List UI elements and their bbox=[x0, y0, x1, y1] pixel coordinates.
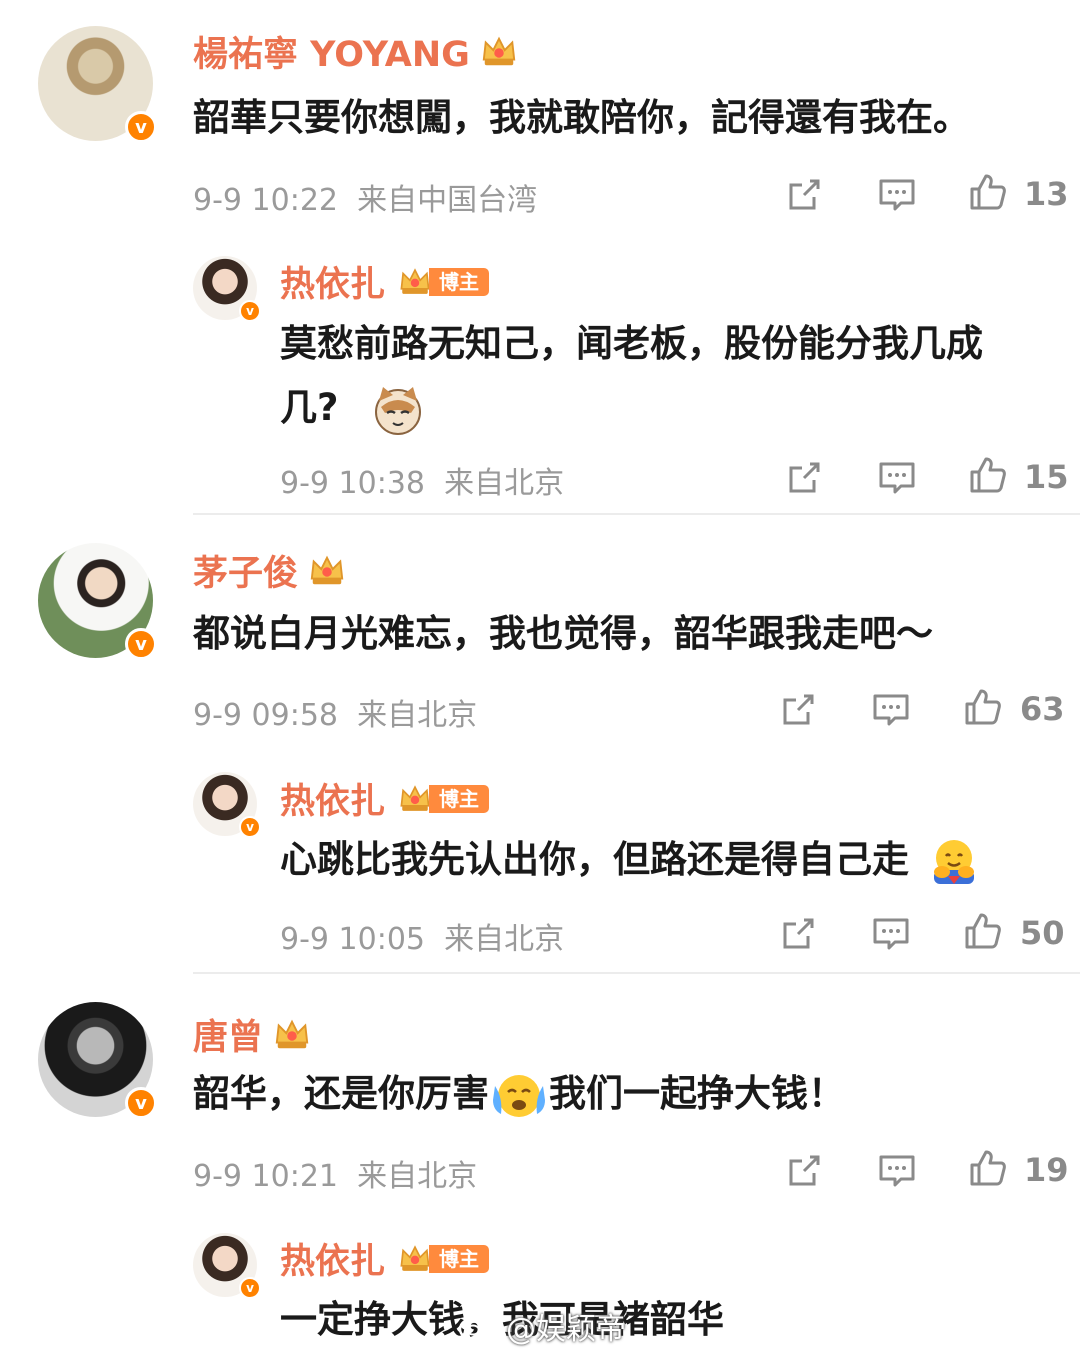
commenter-name[interactable]: 唐曾 bbox=[193, 1009, 311, 1060]
like-count: 13 bbox=[1024, 175, 1069, 213]
crying-emoji-icon bbox=[493, 1074, 545, 1117]
reply-text: 莫愁前路无知己，闻老板，股份能分我几成 几? bbox=[280, 314, 1060, 438]
verified-icon: v bbox=[125, 1087, 157, 1119]
author-tag: 博主 bbox=[429, 1244, 490, 1273]
reply-meta: 9-9 10:05 来自北京 bbox=[280, 914, 564, 958]
author-badge: 博主 bbox=[395, 1242, 490, 1276]
like-count: 63 bbox=[1020, 690, 1065, 728]
name-text[interactable]: 茅子俊 bbox=[193, 545, 298, 596]
crown-icon bbox=[273, 1016, 311, 1054]
like-count: 15 bbox=[1024, 458, 1069, 496]
crown-icon bbox=[480, 33, 518, 71]
name-text[interactable]: 楊祐寧 YOYANG bbox=[193, 26, 470, 77]
comment-icon[interactable] bbox=[871, 914, 911, 954]
comment-text: 韶華只要你想闖，我就敢陪你，記得還有我在。 bbox=[193, 96, 970, 139]
location: 来自中国台湾 bbox=[357, 183, 538, 218]
time: 9-9 10:38 bbox=[280, 466, 425, 501]
watermark-text: @娱颖帝 bbox=[506, 1312, 626, 1347]
location: 来自北京 bbox=[444, 922, 565, 957]
share-icon[interactable] bbox=[778, 690, 818, 730]
comment-icon[interactable] bbox=[877, 458, 917, 498]
like-count: 19 bbox=[1024, 1151, 1069, 1189]
avatar[interactable]: v bbox=[38, 543, 157, 660]
verified-icon: v bbox=[125, 628, 157, 660]
divider bbox=[193, 972, 1080, 974]
comment-text: 都说白月光难忘，我也觉得，韶华跟我走吧～ bbox=[193, 612, 933, 655]
comment-text-part: 韶华，还是你厉害 bbox=[193, 1072, 489, 1115]
location: 来自北京 bbox=[357, 1159, 478, 1194]
time: 9-9 10:22 bbox=[193, 183, 338, 218]
reply-meta: 9-9 10:38 来自北京 bbox=[280, 458, 564, 502]
share-icon[interactable] bbox=[784, 175, 824, 215]
reply-name[interactable]: 热依扎 博主 bbox=[280, 773, 490, 824]
comment-text: 韶华，还是你厉害 我们一起挣大钱！ bbox=[193, 1064, 845, 1124]
hug-emoji-icon bbox=[933, 839, 974, 884]
location: 来自北京 bbox=[357, 698, 478, 733]
share-icon[interactable] bbox=[778, 914, 818, 954]
reply-name[interactable]: 热依扎 博主 bbox=[280, 256, 490, 307]
comment-icon[interactable] bbox=[877, 175, 917, 215]
avatar[interactable]: v bbox=[38, 1002, 157, 1119]
commenter-name[interactable]: 茅子俊 bbox=[193, 545, 346, 596]
reply-text: 心跳比我先认出你，但路还是得自己走 bbox=[280, 830, 980, 890]
share-icon[interactable] bbox=[784, 1151, 824, 1191]
reply-name[interactable]: 热依扎 博主 bbox=[280, 1233, 490, 1284]
comment-text-part: 我们一起挣大钱！ bbox=[549, 1072, 845, 1115]
time: 9-9 09:58 bbox=[193, 698, 338, 733]
like-icon[interactable] bbox=[963, 911, 1003, 951]
like-icon[interactable] bbox=[968, 1148, 1008, 1188]
reply-text-line: 莫愁前路无知己，闻老板，股份能分我几成 bbox=[280, 322, 983, 365]
location: 来自北京 bbox=[444, 466, 565, 501]
author-tag: 博主 bbox=[429, 267, 490, 296]
divider bbox=[193, 513, 1080, 515]
like-icon[interactable] bbox=[968, 455, 1008, 495]
verified-icon: v bbox=[239, 816, 261, 838]
watermark: @娱颖帝 bbox=[458, 1304, 626, 1348]
verified-icon: v bbox=[239, 1277, 261, 1299]
like-icon[interactable] bbox=[963, 687, 1003, 727]
name-text[interactable]: 唐曾 bbox=[193, 1009, 263, 1060]
share-icon[interactable] bbox=[784, 458, 824, 498]
comment-meta: 9-9 10:21 来自北京 bbox=[193, 1151, 477, 1195]
verified-icon: v bbox=[125, 111, 157, 143]
like-icon[interactable] bbox=[968, 172, 1008, 212]
like-count: 50 bbox=[1020, 914, 1065, 952]
avatar[interactable]: v bbox=[38, 26, 157, 143]
name-text[interactable]: 热依扎 bbox=[280, 256, 385, 307]
weibo-logo-icon bbox=[458, 1311, 496, 1342]
author-badge: 博主 bbox=[395, 265, 490, 299]
name-text[interactable]: 热依扎 bbox=[280, 773, 385, 824]
reply-avatar[interactable]: v bbox=[193, 1233, 261, 1299]
comment-icon[interactable] bbox=[877, 1151, 917, 1191]
comment-icon[interactable] bbox=[871, 690, 911, 730]
reply-avatar[interactable]: v bbox=[193, 256, 261, 322]
verified-icon: v bbox=[239, 300, 261, 322]
time: 9-9 10:05 bbox=[280, 922, 425, 957]
time: 9-9 10:21 bbox=[193, 1159, 338, 1194]
reply-text-line: 心跳比我先认出你，但路还是得自己走 bbox=[280, 838, 909, 881]
reply-avatar[interactable]: v bbox=[193, 772, 261, 838]
author-tag: 博主 bbox=[429, 784, 490, 813]
name-text[interactable]: 热依扎 bbox=[280, 1233, 385, 1284]
crown-icon bbox=[308, 552, 346, 590]
cat-emoji-icon bbox=[375, 386, 422, 435]
comment-meta: 9-9 09:58 来自北京 bbox=[193, 690, 477, 734]
commenter-name[interactable]: 楊祐寧 YOYANG bbox=[193, 26, 518, 77]
author-badge: 博主 bbox=[395, 782, 490, 816]
reply-text-line: 几? bbox=[280, 386, 339, 429]
comment-meta: 9-9 10:22 来自中国台湾 bbox=[193, 175, 537, 219]
